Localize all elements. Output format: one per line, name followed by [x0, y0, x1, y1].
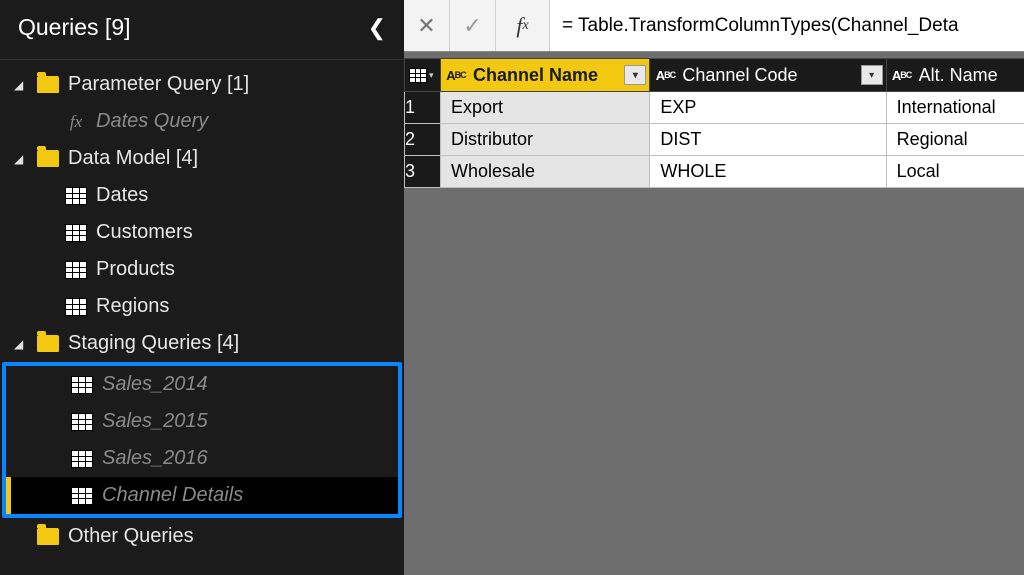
query-dates-query[interactable]: fx Dates Query — [0, 103, 404, 140]
table-icon — [65, 224, 87, 242]
query-label: Sales_2016 — [102, 447, 208, 470]
table-icon — [71, 450, 93, 468]
query-label: Regions — [96, 295, 169, 318]
column-header-channel-code[interactable]: ABC Channel Code ▾ — [650, 59, 886, 92]
cell[interactable]: Distributor — [440, 124, 649, 156]
type-text-icon: ABC — [887, 68, 917, 83]
table-icon — [71, 487, 93, 505]
cancel-formula-button[interactable]: ✕ — [404, 0, 450, 51]
query-label: Channel Details — [102, 484, 243, 507]
query-label: Dates — [96, 184, 148, 207]
group-label: Data Model [4] — [68, 147, 198, 170]
query-label: Sales_2015 — [102, 410, 208, 433]
column-header-alt-name[interactable]: ABC Alt. Name — [886, 59, 1024, 92]
table-icon — [65, 187, 87, 205]
table-icon — [71, 376, 93, 394]
type-text-icon: ABC — [650, 68, 680, 83]
row-number[interactable]: 1 — [405, 92, 441, 124]
row-number[interactable]: 3 — [405, 156, 441, 188]
table-icon — [65, 261, 87, 279]
folder-icon — [37, 335, 59, 352]
column-name: Channel Name — [471, 65, 624, 86]
query-label: Customers — [96, 221, 193, 244]
folder-icon — [37, 76, 59, 93]
query-sales-2016[interactable]: Sales_2016 — [6, 440, 398, 477]
data-grid: ▾ ABC Channel Name ▾ ABC Channel Code ▾ — [404, 58, 1024, 188]
main-panel: ✕ ✓ fx ▾ ABC Channel Name ▾ ABC — [404, 0, 1024, 575]
column-name: Channel Code — [680, 65, 860, 86]
table-row[interactable]: 2 Distributor DIST Regional — [405, 124, 1024, 156]
group-label: Parameter Query [1] — [68, 73, 249, 96]
fx-icon: fx — [70, 112, 82, 132]
highlighted-group: Sales_2014 Sales_2015 Sales_2016 Channel… — [2, 362, 402, 518]
column-name: Alt. Name — [917, 65, 1024, 86]
group-parameter-query[interactable]: ◢ Parameter Query [1] — [0, 66, 404, 103]
sidebar-header: Queries [9] ❮ — [0, 0, 404, 60]
query-label: Sales_2014 — [102, 373, 208, 396]
cell[interactable]: International — [886, 92, 1024, 124]
table-row[interactable]: 3 Wholesale WHOLE Local — [405, 156, 1024, 188]
query-label: Dates Query — [96, 110, 208, 133]
table-icon — [409, 68, 427, 83]
query-products[interactable]: Products — [0, 251, 404, 288]
cell[interactable]: Local — [886, 156, 1024, 188]
formula-input[interactable] — [550, 0, 1024, 51]
table-icon — [71, 413, 93, 431]
query-label: Products — [96, 258, 175, 281]
formula-bar: ✕ ✓ fx — [404, 0, 1024, 52]
folder-icon — [37, 528, 59, 545]
chevron-down-icon: ▾ — [429, 70, 434, 81]
cell[interactable]: Regional — [886, 124, 1024, 156]
table-icon — [65, 298, 87, 316]
table-row[interactable]: 1 Export EXP International — [405, 92, 1024, 124]
row-number[interactable]: 2 — [405, 124, 441, 156]
folder-icon — [37, 150, 59, 167]
expand-toggle-icon: ◢ — [14, 152, 30, 166]
query-sales-2015[interactable]: Sales_2015 — [6, 403, 398, 440]
header-row: ▾ ABC Channel Name ▾ ABC Channel Code ▾ — [405, 59, 1024, 92]
expand-toggle-icon: ◢ — [14, 337, 30, 351]
select-all-corner[interactable]: ▾ — [405, 59, 441, 92]
group-other-queries[interactable]: Other Queries — [0, 518, 404, 555]
cell[interactable]: Wholesale — [440, 156, 649, 188]
cell[interactable]: WHOLE — [650, 156, 886, 188]
sidebar-title: Queries [9] — [18, 14, 131, 41]
query-regions[interactable]: Regions — [0, 288, 404, 325]
cell[interactable]: EXP — [650, 92, 886, 124]
column-header-channel-name[interactable]: ABC Channel Name ▾ — [440, 59, 649, 92]
fx-button[interactable]: fx — [496, 0, 550, 51]
group-label: Other Queries — [68, 525, 194, 548]
column-filter-button[interactable]: ▾ — [861, 65, 883, 85]
query-sales-2014[interactable]: Sales_2014 — [6, 366, 398, 403]
query-dates[interactable]: Dates — [0, 177, 404, 214]
column-filter-button[interactable]: ▾ — [624, 65, 646, 85]
query-channel-details[interactable]: Channel Details — [6, 477, 398, 514]
query-tree: ◢ Parameter Query [1] fx Dates Query ◢ D… — [0, 60, 404, 561]
group-staging-queries[interactable]: ◢ Staging Queries [4] — [0, 325, 404, 362]
group-data-model[interactable]: ◢ Data Model [4] — [0, 140, 404, 177]
commit-formula-button[interactable]: ✓ — [450, 0, 496, 51]
group-label: Staging Queries [4] — [68, 332, 239, 355]
cell[interactable]: DIST — [650, 124, 886, 156]
expand-toggle-icon: ◢ — [14, 78, 30, 92]
queries-sidebar: Queries [9] ❮ ◢ Parameter Query [1] fx D… — [0, 0, 404, 575]
type-text-icon: ABC — [441, 68, 471, 83]
collapse-sidebar-button[interactable]: ❮ — [368, 15, 386, 41]
query-customers[interactable]: Customers — [0, 214, 404, 251]
cell[interactable]: Export — [440, 92, 649, 124]
